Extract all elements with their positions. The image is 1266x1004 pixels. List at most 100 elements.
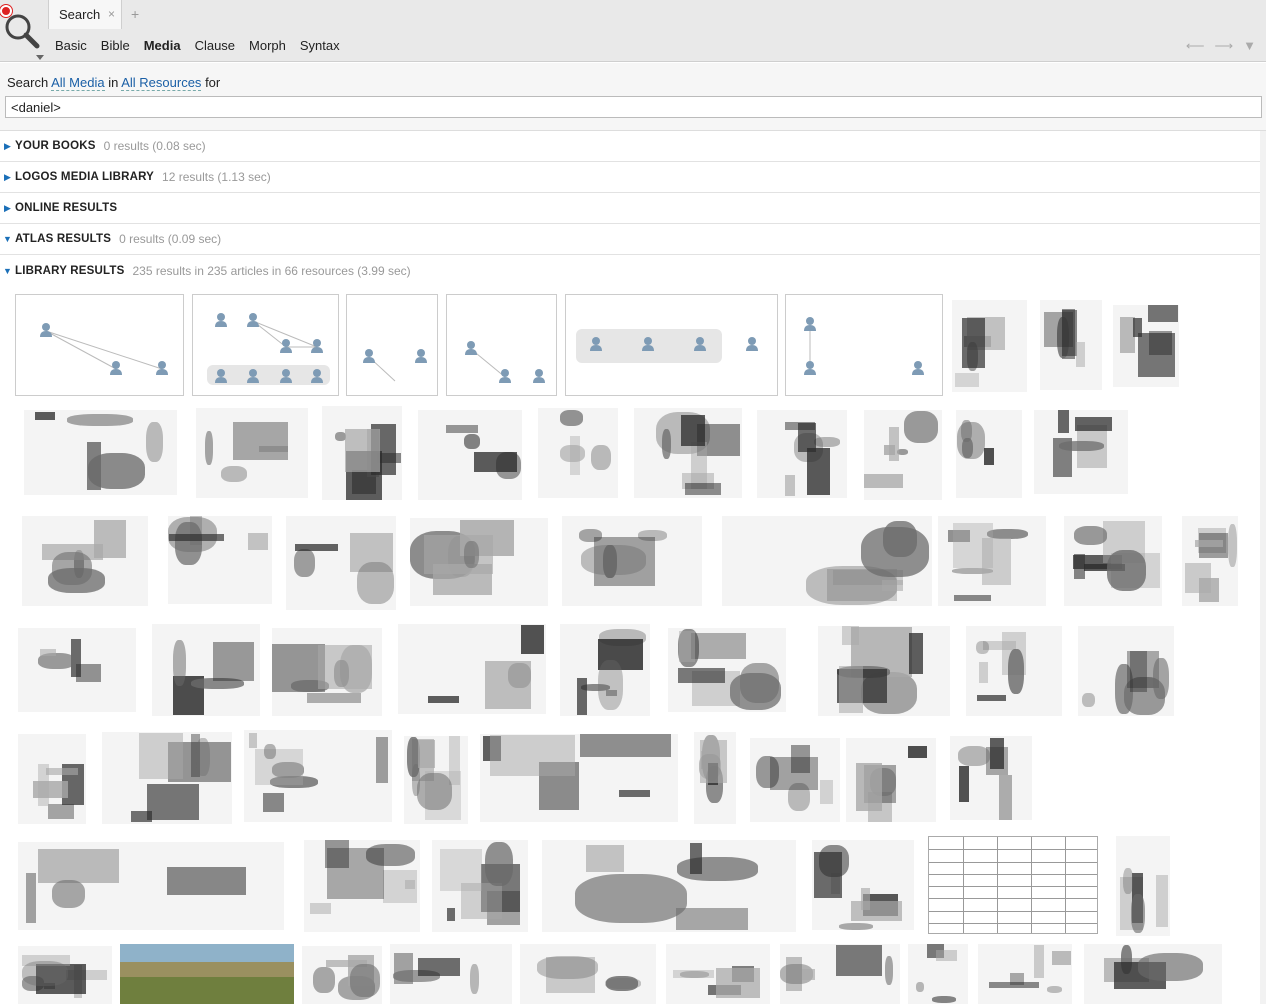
for-word: for	[205, 75, 221, 90]
illustration-thumbnail[interactable]	[694, 732, 736, 824]
section-title: YOUR BOOKS	[15, 140, 96, 152]
section-count: 0 results (0.08 sec)	[103, 139, 206, 153]
illustration-thumbnail[interactable]	[304, 840, 420, 932]
illustration-thumbnail[interactable]	[780, 944, 900, 1004]
illustration-thumbnail[interactable]	[938, 516, 1046, 606]
expand-arrow-icon[interactable]: ▶	[0, 172, 15, 183]
illustration-thumbnail[interactable]	[410, 518, 548, 606]
illustration-thumbnail[interactable]	[398, 624, 546, 714]
illustration-thumbnail[interactable]	[1116, 836, 1170, 936]
record-indicator-icon	[0, 5, 12, 17]
illustration-thumbnail[interactable]	[390, 944, 512, 1004]
illustration-thumbnail[interactable]	[864, 410, 942, 500]
illustration-thumbnail[interactable]	[1113, 305, 1179, 387]
illustration-thumbnail[interactable]	[322, 406, 402, 500]
mode-basic[interactable]: Basic	[48, 38, 94, 53]
search-panel-menu[interactable]	[0, 0, 48, 62]
illustration-thumbnail[interactable]	[18, 734, 86, 824]
illustration-thumbnail[interactable]	[24, 410, 177, 495]
mode-media[interactable]: Media	[137, 38, 188, 53]
illustration-thumbnail[interactable]	[950, 736, 1032, 820]
diagram-thumbnail[interactable]	[565, 294, 778, 396]
illustration-thumbnail[interactable]	[668, 628, 786, 712]
search-scope-line: Search All Media in All Resources for	[7, 75, 221, 91]
illustration-thumbnail[interactable]	[560, 624, 650, 716]
illustration-thumbnail[interactable]	[286, 516, 396, 610]
section-logos-media-library[interactable]: ▶ LOGOS MEDIA LIBRARY 12 results (1.13 s…	[0, 162, 1260, 193]
expand-arrow-icon[interactable]: ▶	[0, 203, 15, 214]
illustration-thumbnail[interactable]	[750, 738, 840, 822]
illustration-thumbnail[interactable]	[956, 410, 1022, 498]
illustration-thumbnail[interactable]	[846, 738, 936, 822]
forward-arrow-icon[interactable]: ⟶	[1214, 38, 1233, 54]
back-arrow-icon[interactable]: ⟵	[1186, 38, 1205, 54]
section-online-results[interactable]: ▶ ONLINE RESULTS	[0, 193, 1260, 224]
mode-bible[interactable]: Bible	[94, 38, 137, 53]
illustration-thumbnail[interactable]	[1182, 516, 1238, 606]
illustration-thumbnail[interactable]	[818, 626, 950, 716]
illustration-thumbnail[interactable]	[18, 946, 112, 1004]
diagram-thumbnail[interactable]	[346, 294, 438, 396]
resource-scope-link[interactable]: All Resources	[121, 75, 202, 91]
illustration-thumbnail[interactable]	[168, 516, 272, 604]
close-tab-icon[interactable]: ×	[108, 7, 115, 21]
illustration-thumbnail[interactable]	[152, 624, 260, 716]
illustration-thumbnail[interactable]	[722, 516, 932, 606]
query-bar: Search All Media in All Resources for	[0, 63, 1266, 131]
illustration-thumbnail[interactable]	[18, 628, 136, 712]
illustration-thumbnail[interactable]	[432, 840, 528, 932]
in-word: in	[108, 75, 119, 90]
diagram-thumbnail[interactable]	[192, 294, 339, 396]
landscape-photo-thumbnail[interactable]	[120, 944, 294, 1004]
search-mode-tabs: Basic Bible Media Clause Morph Syntax	[48, 29, 347, 62]
mode-morph[interactable]: Morph	[242, 38, 293, 53]
expand-arrow-icon[interactable]: ▶	[0, 141, 15, 152]
illustration-thumbnail[interactable]	[18, 842, 284, 930]
section-library-results[interactable]: ▼ LIBRARY RESULTS 235 results in 235 art…	[0, 255, 1260, 286]
illustration-thumbnail[interactable]	[1078, 626, 1174, 716]
diagram-thumbnail[interactable]	[446, 294, 557, 396]
illustration-thumbnail[interactable]	[102, 732, 232, 824]
diagram-thumbnail[interactable]	[785, 294, 943, 396]
illustration-thumbnail[interactable]	[634, 408, 742, 498]
mode-clause[interactable]: Clause	[188, 38, 242, 53]
illustration-thumbnail[interactable]	[812, 840, 914, 930]
illustration-thumbnail[interactable]	[1034, 410, 1128, 494]
illustration-thumbnail[interactable]	[520, 944, 656, 1004]
mode-syntax[interactable]: Syntax	[293, 38, 347, 53]
section-atlas-results[interactable]: ▼ ATLAS RESULTS 0 results (0.09 sec)	[0, 224, 1260, 255]
illustration-thumbnail[interactable]	[966, 626, 1062, 716]
illustration-thumbnail[interactable]	[757, 410, 847, 498]
illustration-thumbnail[interactable]	[666, 944, 770, 1004]
illustration-thumbnail[interactable]	[302, 946, 382, 1004]
add-tab-icon[interactable]: +	[131, 6, 139, 22]
illustration-thumbnail[interactable]	[562, 516, 702, 606]
illustration-thumbnail[interactable]	[196, 408, 308, 498]
collapse-arrow-icon[interactable]: ▼	[0, 266, 15, 276]
illustration-thumbnail[interactable]	[418, 410, 522, 500]
collapse-arrow-icon[interactable]: ▼	[0, 234, 15, 244]
illustration-thumbnail[interactable]	[1064, 516, 1162, 606]
illustration-thumbnail[interactable]	[272, 628, 382, 716]
illustration-thumbnail[interactable]	[538, 408, 618, 498]
illustration-thumbnail[interactable]	[908, 944, 968, 1004]
search-input[interactable]	[5, 96, 1262, 118]
illustration-thumbnail[interactable]	[978, 944, 1072, 1004]
illustration-thumbnail[interactable]	[542, 840, 796, 932]
section-your-books[interactable]: ▶ YOUR BOOKS 0 results (0.08 sec)	[0, 131, 1260, 162]
diagram-thumbnail[interactable]	[15, 294, 184, 396]
toolbar: Search × + Basic Bible Media Clause Morp…	[0, 0, 1266, 62]
illustration-thumbnail[interactable]	[404, 736, 468, 824]
results-scrollbar[interactable]	[1260, 131, 1266, 1004]
illustration-thumbnail[interactable]	[244, 730, 392, 822]
media-scope-link[interactable]: All Media	[51, 75, 105, 91]
panel-menu-icon[interactable]: ▼	[1243, 38, 1256, 54]
tab-search[interactable]: Search ×	[48, 0, 122, 29]
section-title: LOGOS MEDIA LIBRARY	[15, 171, 155, 183]
illustration-thumbnail[interactable]	[22, 516, 148, 606]
illustration-thumbnail[interactable]	[480, 734, 678, 822]
illustration-thumbnail[interactable]	[1084, 944, 1222, 1004]
illustration-thumbnail[interactable]	[1040, 300, 1102, 390]
illustration-thumbnail[interactable]	[952, 300, 1027, 392]
chart-table-thumbnail[interactable]	[928, 836, 1098, 934]
